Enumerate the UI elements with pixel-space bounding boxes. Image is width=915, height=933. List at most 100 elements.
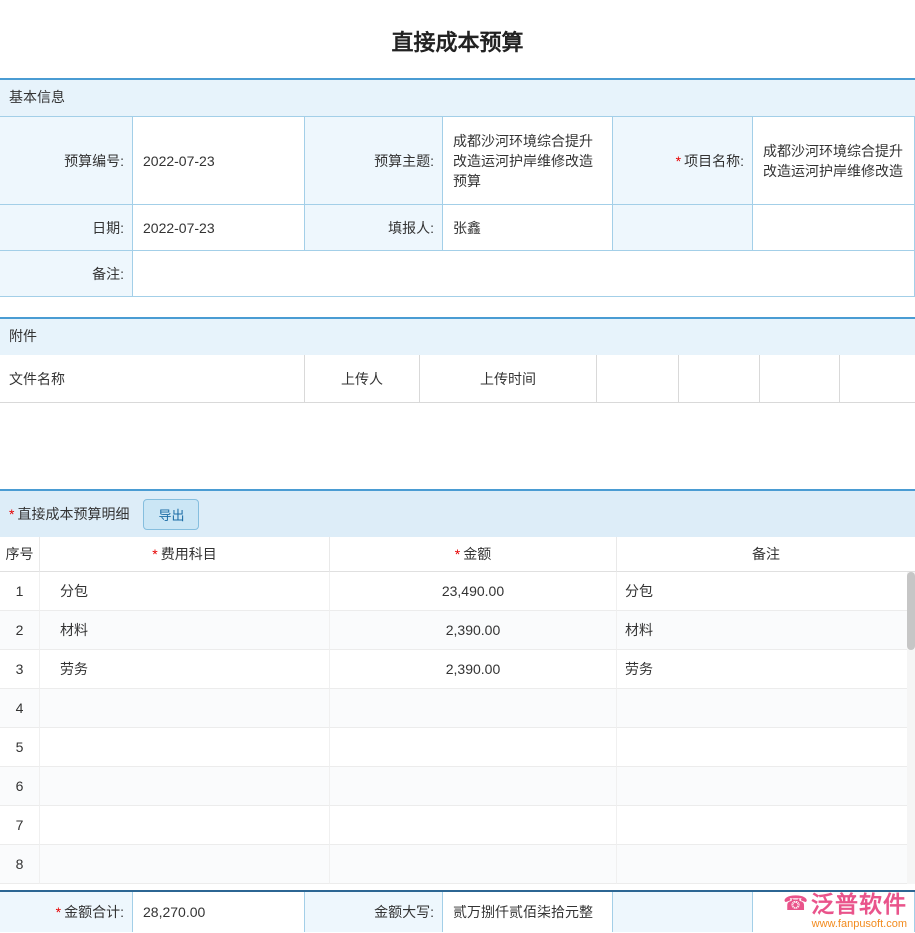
attachment-col-empty-3 xyxy=(760,355,840,402)
preparer-label: 填报人: xyxy=(305,205,443,251)
cell-subject xyxy=(40,845,330,884)
col-header-amount-text: 金额 xyxy=(463,544,491,564)
table-row: 3 劳务 2,390.00 劳务 xyxy=(0,650,915,689)
total-amount-value: 28,270.00 xyxy=(133,892,305,932)
cell-amount xyxy=(330,806,617,845)
cell-subject xyxy=(40,767,330,806)
details-scrollbar[interactable] xyxy=(907,572,915,884)
col-header-subject: *费用科目 xyxy=(40,537,330,572)
brand-watermark: ☎ 泛普软件 www.fanpusoft.com xyxy=(783,892,907,930)
cell-remark xyxy=(617,806,915,845)
scrollbar-thumb[interactable] xyxy=(907,572,915,650)
cell-no: 6 xyxy=(0,767,40,806)
project-name-value-text: 成都沙河环境综合提升改造运河护岸维修改造 xyxy=(763,141,904,181)
cell-remark: 材料 xyxy=(617,611,915,650)
cell-no: 2 xyxy=(0,611,40,650)
budget-subject-label-text: 预算主题: xyxy=(374,151,434,171)
cell-no: 3 xyxy=(0,650,40,689)
cell-remark xyxy=(617,845,915,884)
total-amount-label-text: 金额合计: xyxy=(64,902,124,922)
col-header-no: 序号 xyxy=(0,537,40,572)
budget-page: 直接成本预算 基本信息 预算编号: 2022-07-23 预算主题: 成都沙河环… xyxy=(0,0,915,933)
preparer-value: 张鑫 xyxy=(443,205,613,251)
attachments-section-header: 附件 xyxy=(0,317,915,355)
amount-in-words-label: 金额大写: xyxy=(305,892,443,932)
preparer-label-text: 填报人: xyxy=(388,218,434,238)
cell-subject: 材料 xyxy=(40,611,330,650)
summary-empty-label-cell xyxy=(613,892,753,932)
col-header-amount: *金额 xyxy=(330,537,617,572)
date-value: 2022-07-23 xyxy=(133,205,305,251)
basic-empty-value-cell xyxy=(753,205,915,251)
date-value-text: 2022-07-23 xyxy=(143,220,215,236)
brand-logo: ☎ 泛普软件 xyxy=(783,892,907,917)
attachments-table-header: 文件名称 上传人 上传时间 xyxy=(0,355,915,403)
details-table-body: 1 分包 23,490.00 分包 2 材料 2,390.00 材料 3 劳务 … xyxy=(0,572,915,884)
cell-no: 7 xyxy=(0,806,40,845)
table-row: 1 分包 23,490.00 分包 xyxy=(0,572,915,611)
attachment-col-empty-2 xyxy=(679,355,760,402)
cell-amount: 23,490.00 xyxy=(330,572,617,611)
details-section: * 直接成本预算明细 导出 序号 *费用科目 *金额 备注 1 分包 23,49… xyxy=(0,489,915,932)
budget-subject-label: 预算主题: xyxy=(305,117,443,205)
attachment-col-uploader: 上传人 xyxy=(305,355,420,402)
cell-amount: 2,390.00 xyxy=(330,650,617,689)
remark-label-text: 备注: xyxy=(92,264,124,284)
date-label-text: 日期: xyxy=(92,218,124,238)
details-section-title: 直接成本预算明细 xyxy=(17,504,129,524)
budget-subject-value: 成都沙河环境综合提升改造运河护岸维修改造预算 xyxy=(443,117,613,205)
cell-amount xyxy=(330,728,617,767)
attachment-col-upload-time: 上传时间 xyxy=(420,355,597,402)
brand-name: 泛普软件 xyxy=(811,892,907,917)
table-row: 6 xyxy=(0,767,915,806)
basic-info-table: 预算编号: 2022-07-23 预算主题: 成都沙河环境综合提升改造运河护岸维… xyxy=(0,116,915,297)
phone-icon: ☎ xyxy=(783,893,808,915)
table-row: 2 材料 2,390.00 材料 xyxy=(0,611,915,650)
cell-remark xyxy=(617,728,915,767)
cell-remark: 劳务 xyxy=(617,650,915,689)
amount-in-words-label-text: 金额大写: xyxy=(374,902,434,922)
cell-remark: 分包 xyxy=(617,572,915,611)
project-name-label: *项目名称: xyxy=(613,117,753,205)
cell-amount xyxy=(330,767,617,806)
cell-subject xyxy=(40,728,330,767)
required-marker-icon: * xyxy=(676,153,681,169)
cell-amount xyxy=(330,689,617,728)
cell-no: 1 xyxy=(0,572,40,611)
attachment-col-empty-1 xyxy=(597,355,679,402)
preparer-value-text: 张鑫 xyxy=(453,218,481,238)
page-title: 直接成本预算 xyxy=(0,0,915,78)
budget-no-label-text: 预算编号: xyxy=(64,151,124,171)
required-marker-icon: * xyxy=(9,506,14,522)
table-row: 4 xyxy=(0,689,915,728)
cell-no: 5 xyxy=(0,728,40,767)
cell-subject: 分包 xyxy=(40,572,330,611)
summary-row: *金额合计: 28,270.00 金额大写: 贰万捌仟贰佰柒拾元整 xyxy=(0,890,915,932)
table-row: 5 xyxy=(0,728,915,767)
col-header-remark: 备注 xyxy=(617,537,915,572)
cell-subject xyxy=(40,806,330,845)
col-header-subject-text: 费用科目 xyxy=(161,544,217,564)
amount-in-words-value: 贰万捌仟贰佰柒拾元整 xyxy=(443,892,613,932)
budget-no-value: 2022-07-23 xyxy=(133,117,305,205)
table-row: 7 xyxy=(0,806,915,845)
attachments-empty-body xyxy=(0,403,915,469)
basic-empty-label-cell xyxy=(613,205,753,251)
cell-amount xyxy=(330,845,617,884)
attachment-col-empty-4 xyxy=(840,355,915,402)
project-name-label-text: 项目名称: xyxy=(684,151,744,171)
date-label: 日期: xyxy=(0,205,133,251)
remark-value xyxy=(133,251,915,297)
required-marker-icon: * xyxy=(56,904,61,920)
cell-amount: 2,390.00 xyxy=(330,611,617,650)
table-row: 8 xyxy=(0,845,915,884)
total-amount-label: *金额合计: xyxy=(0,892,133,932)
budget-subject-value-text: 成都沙河环境综合提升改造运河护岸维修改造预算 xyxy=(453,131,602,191)
required-marker-icon: * xyxy=(152,546,157,562)
cell-no: 8 xyxy=(0,845,40,884)
basic-info-section-header: 基本信息 xyxy=(0,78,915,116)
cell-no: 4 xyxy=(0,689,40,728)
export-button[interactable]: 导出 xyxy=(143,499,199,530)
cell-subject xyxy=(40,689,330,728)
required-marker-icon: * xyxy=(455,546,460,562)
